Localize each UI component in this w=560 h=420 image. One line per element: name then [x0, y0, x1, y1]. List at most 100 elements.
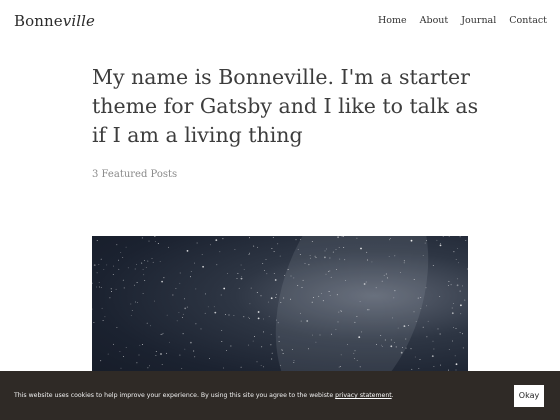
- star: [354, 350, 356, 352]
- star: [405, 347, 407, 349]
- star: [266, 273, 268, 275]
- starfield-graphic: [92, 236, 468, 386]
- star: [263, 366, 265, 368]
- star: [354, 321, 356, 323]
- star: [422, 254, 424, 256]
- nav-about[interactable]: About: [420, 15, 449, 26]
- star: [152, 261, 154, 263]
- star: [118, 259, 119, 261]
- cookie-okay-button[interactable]: Okay: [514, 384, 544, 407]
- star: [415, 320, 417, 322]
- star: [143, 260, 145, 261]
- star: [297, 248, 299, 250]
- star: [175, 288, 177, 289]
- star: [427, 320, 429, 322]
- star: [407, 324, 409, 326]
- star: [290, 275, 292, 277]
- star: [329, 270, 331, 272]
- star: [109, 297, 111, 299]
- star: [204, 293, 206, 295]
- star: [98, 263, 100, 265]
- nav-contact[interactable]: Contact: [509, 15, 547, 26]
- star: [459, 236, 461, 238]
- star: [360, 247, 362, 250]
- star: [432, 340, 434, 342]
- star: [234, 249, 236, 251]
- star: [390, 339, 392, 341]
- star: [308, 264, 310, 266]
- star: [131, 310, 133, 311]
- star: [425, 240, 427, 241]
- star: [335, 269, 337, 270]
- star: [356, 315, 358, 317]
- star: [186, 250, 189, 252]
- star: [453, 303, 455, 304]
- star: [410, 239, 413, 242]
- star: [264, 270, 266, 271]
- star: [375, 287, 377, 289]
- star: [359, 366, 361, 368]
- star: [123, 287, 125, 289]
- star: [460, 313, 462, 315]
- star: [410, 348, 412, 350]
- star: [98, 286, 100, 288]
- star: [127, 267, 129, 269]
- star: [320, 293, 322, 295]
- star: [318, 295, 320, 297]
- star: [313, 297, 315, 299]
- star: [457, 247, 459, 249]
- site-logo[interactable]: Bonneville: [14, 12, 95, 30]
- star: [209, 358, 210, 359]
- featured-post-image[interactable]: [92, 236, 468, 386]
- star: [452, 340, 453, 342]
- star: [101, 307, 103, 309]
- star: [216, 264, 218, 266]
- star: [115, 288, 117, 290]
- star: [238, 287, 240, 289]
- star: [453, 251, 455, 253]
- star: [455, 328, 457, 330]
- star: [324, 256, 326, 259]
- star: [257, 246, 258, 248]
- star: [236, 278, 238, 280]
- nav-home[interactable]: Home: [378, 15, 407, 26]
- star: [260, 365, 262, 367]
- star: [195, 323, 197, 325]
- nav-journal[interactable]: Journal: [461, 15, 496, 26]
- star: [179, 272, 181, 274]
- star: [366, 309, 368, 311]
- star: [442, 236, 444, 237]
- star: [381, 280, 383, 282]
- star: [297, 285, 299, 287]
- star: [363, 283, 366, 285]
- star: [172, 294, 174, 296]
- star: [240, 264, 242, 266]
- star: [413, 311, 415, 313]
- star: [184, 307, 187, 310]
- star: [329, 257, 331, 259]
- star: [437, 328, 439, 330]
- milky-way-glow: [275, 236, 429, 386]
- star: [147, 367, 149, 369]
- star: [247, 344, 249, 346]
- star: [361, 331, 363, 333]
- star: [271, 247, 273, 249]
- star: [92, 308, 93, 310]
- star: [270, 297, 273, 300]
- star: [227, 273, 228, 275]
- privacy-statement-link[interactable]: privacy statement: [335, 392, 392, 399]
- star: [459, 290, 461, 292]
- star: [420, 296, 422, 298]
- star: [270, 344, 272, 346]
- star: [405, 338, 407, 340]
- star: [440, 243, 442, 244]
- star: [222, 238, 224, 240]
- cookie-text: This website uses cookies to help improv…: [14, 392, 334, 399]
- star: [149, 365, 151, 367]
- star: [338, 311, 340, 313]
- star: [178, 311, 180, 313]
- star: [331, 333, 332, 335]
- star: [277, 322, 279, 324]
- star: [343, 246, 345, 248]
- star: [249, 252, 251, 254]
